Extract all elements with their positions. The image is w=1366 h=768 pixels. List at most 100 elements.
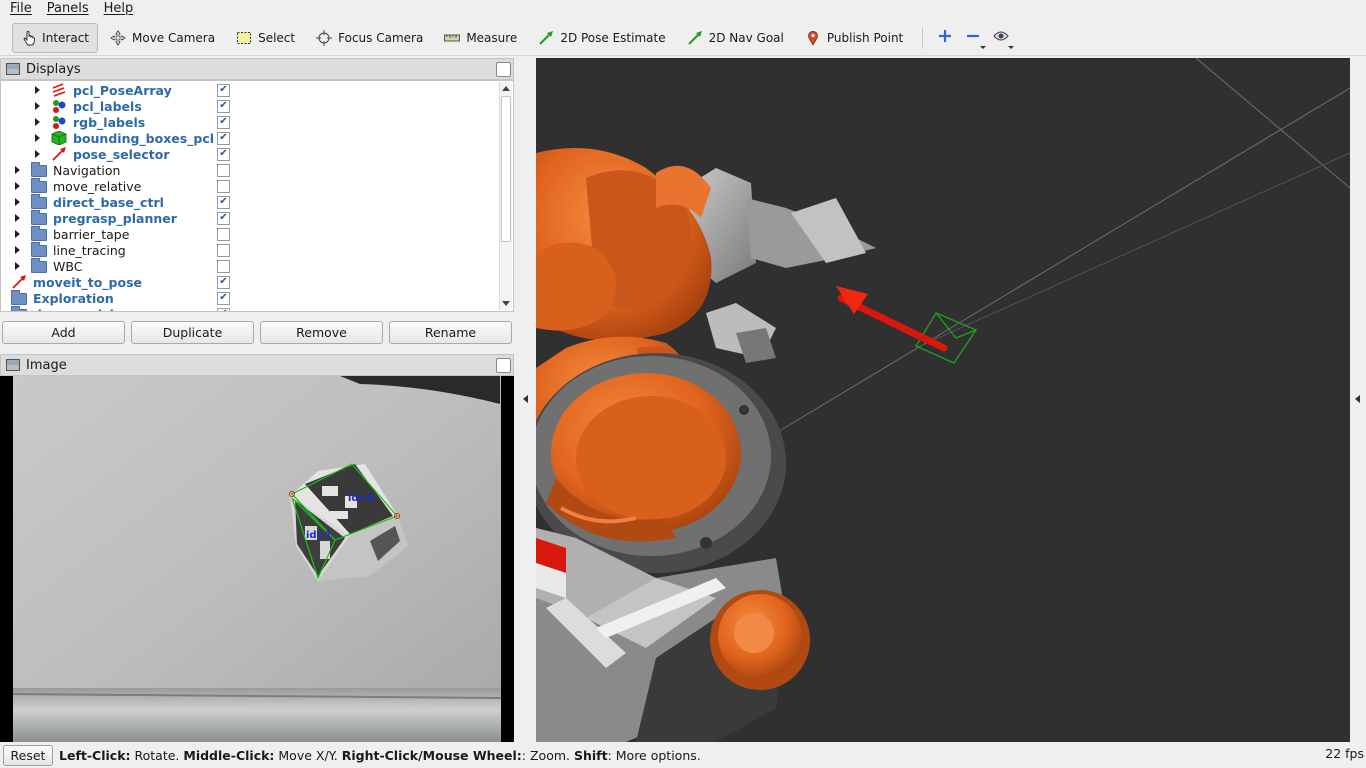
green-arrow-icon (686, 29, 704, 47)
tree-row[interactable]: WBC (1, 258, 499, 274)
remove-display-button[interactable]: Remove (260, 321, 383, 344)
hint-value: : More options. (607, 747, 701, 763)
menu-file[interactable]: File (5, 0, 37, 18)
display-checkbox[interactable]: ✔ (217, 307, 230, 311)
display-checkbox[interactable] (217, 179, 230, 193)
displays-scrollbar[interactable] (499, 82, 512, 310)
display-checkbox[interactable]: ✔ (217, 147, 230, 161)
tree-row[interactable]: drawer_pick ✔ (1, 306, 499, 312)
expand-arrow-icon[interactable] (15, 166, 20, 174)
display-checkbox[interactable]: ✔ (217, 115, 230, 129)
collapse-right-icon[interactable] (1355, 395, 1360, 403)
display-checkbox[interactable] (217, 259, 230, 273)
panel-float-button[interactable] (496, 358, 511, 373)
tree-row[interactable]: bounding_boxes_pcl ✔ (1, 130, 499, 146)
tree-row[interactable]: line_tracing (1, 242, 499, 258)
move-arrows-icon (109, 29, 127, 47)
expand-arrow-icon[interactable] (15, 182, 20, 190)
display-checkbox[interactable]: ✔ (217, 131, 230, 145)
display-checkbox[interactable]: ✔ (217, 195, 230, 209)
expand-arrow-icon[interactable] (35, 134, 40, 142)
display-checkbox[interactable] (217, 243, 230, 257)
panel-float-button[interactable] (496, 62, 511, 77)
menu-panels[interactable]: Panels (42, 0, 94, 18)
display-checkbox[interactable] (217, 227, 230, 241)
expand-arrow-icon[interactable] (15, 214, 20, 222)
tree-row[interactable]: moveit_to_pose ✔ (1, 274, 499, 290)
marker-id-label: id=0 (348, 493, 374, 504)
panel-splitter[interactable] (514, 58, 536, 742)
display-checkbox[interactable] (217, 163, 230, 177)
display-label: WBC (53, 258, 83, 274)
expand-arrow-icon[interactable] (15, 246, 20, 254)
scroll-up-icon[interactable] (502, 86, 510, 91)
display-label: moveit_to_pose (33, 274, 143, 290)
focus-camera-tool-button[interactable]: Focus Camera (306, 23, 432, 53)
tree-row[interactable]: rgb_labels ✔ (1, 114, 499, 130)
hint-key: Left-Click: (59, 747, 131, 763)
display-checkbox[interactable]: ✔ (217, 83, 230, 97)
red-pose-arrow-icon (11, 275, 27, 289)
add-tool-button[interactable] (931, 23, 959, 53)
tree-row[interactable]: pose_selector ✔ (1, 146, 499, 162)
scrollbar-thumb[interactable] (501, 96, 511, 242)
expand-arrow-icon[interactable] (35, 150, 40, 158)
display-checkbox[interactable]: ✔ (217, 211, 230, 225)
scroll-down-icon[interactable] (502, 301, 510, 306)
display-checkbox[interactable]: ✔ (217, 275, 230, 289)
tree-row[interactable]: Navigation (1, 162, 499, 178)
status-bar: Reset Left-Click: Rotate. Middle-Click: … (0, 742, 1366, 768)
tree-row[interactable]: move_relative (1, 178, 499, 194)
right-dock-strip[interactable] (1350, 58, 1366, 742)
tree-row[interactable]: Exploration ✔ (1, 290, 499, 306)
views-button[interactable] (987, 23, 1015, 53)
reset-button[interactable]: Reset (3, 744, 53, 766)
duplicate-display-button[interactable]: Duplicate (131, 321, 254, 344)
expand-arrow-icon[interactable] (15, 262, 20, 270)
expand-arrow-icon[interactable] (35, 86, 40, 94)
folder-icon (31, 194, 47, 209)
rename-display-button[interactable]: Rename (389, 321, 512, 344)
select-label: Select (258, 30, 296, 45)
expand-arrow-icon[interactable] (15, 198, 20, 206)
display-label: drawer_pick (33, 307, 118, 312)
publish-point-tool-button[interactable]: Publish Point (795, 23, 912, 53)
camera-image-view[interactable]: id=0 id=1 (0, 376, 514, 742)
add-display-button[interactable]: Add (2, 321, 125, 344)
displays-button-row: Add Duplicate Remove Rename (0, 320, 514, 346)
expand-arrow-icon[interactable] (15, 230, 20, 238)
display-label: move_relative (53, 178, 142, 194)
tree-row[interactable]: pregrasp_planner ✔ (1, 210, 499, 226)
interact-tool-button[interactable]: Interact (12, 22, 98, 53)
tree-row[interactable]: pcl_labels ✔ (1, 98, 499, 114)
measure-tool-button[interactable]: Measure (434, 23, 526, 53)
plus-icon (938, 29, 952, 46)
menu-help[interactable]: Help (99, 0, 139, 18)
toolbar-separator (922, 26, 924, 49)
folder-icon (31, 258, 47, 273)
display-label: direct_base_ctrl (53, 194, 164, 210)
hint-value: Rotate. (130, 747, 184, 763)
folder-icon (31, 226, 47, 241)
folder-icon (31, 210, 47, 225)
display-label: Exploration (33, 290, 114, 306)
display-checkbox[interactable]: ✔ (217, 99, 230, 113)
tree-row[interactable]: barrier_tape (1, 226, 499, 242)
nav-goal-tool-button[interactable]: 2D Nav Goal (677, 23, 793, 53)
tree-row[interactable]: pcl_PoseArray ✔ (1, 82, 499, 98)
collapse-left-icon[interactable] (523, 395, 528, 403)
expand-arrow-icon[interactable] (35, 102, 40, 110)
nav-goal-label: 2D Nav Goal (708, 30, 784, 45)
display-checkbox[interactable]: ✔ (217, 291, 230, 305)
move-camera-tool-button[interactable]: Move Camera (100, 23, 224, 53)
display-label: line_tracing (53, 242, 126, 258)
expand-arrow-icon[interactable] (35, 118, 40, 126)
marker-array-icon (51, 115, 67, 129)
tree-row[interactable]: direct_base_ctrl ✔ (1, 194, 499, 210)
display-label: pregrasp_planner (53, 210, 177, 226)
pose-estimate-tool-button[interactable]: 2D Pose Estimate (528, 23, 674, 53)
remove-tool-button[interactable] (959, 23, 987, 53)
select-tool-button[interactable]: Select (226, 23, 304, 53)
render-3d-view[interactable] (536, 58, 1350, 742)
folder-icon (11, 290, 27, 305)
